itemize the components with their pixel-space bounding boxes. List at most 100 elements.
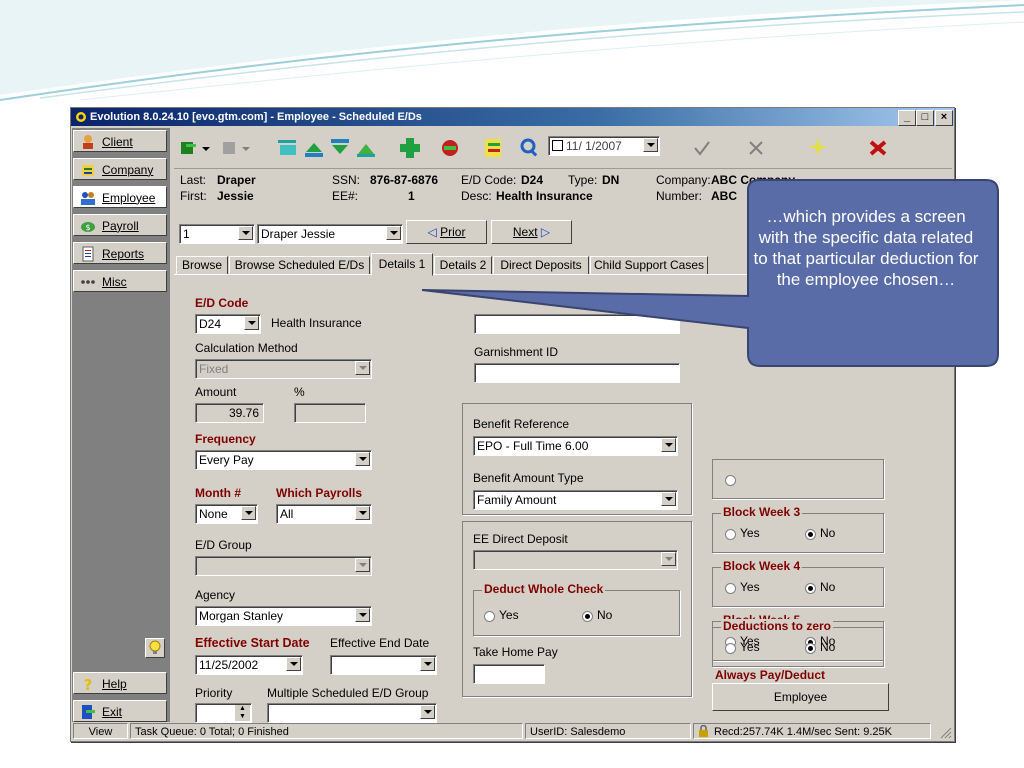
yes-label: Yes [499,608,519,622]
new-sparkle-icon[interactable] [804,134,832,162]
which-payrolls-label: Which Payrolls [276,486,363,500]
yes-label: Yes [740,580,760,594]
priority-label: Priority [195,686,233,700]
no-label: No [597,608,613,622]
resize-grip-icon[interactable] [938,725,952,739]
ed-code-combo[interactable]: D24 [195,314,261,334]
deduct-whole-check-group: Deduct Whole Check Yes No [473,582,680,636]
deduct-whole-yes-radio[interactable] [484,611,495,622]
ed-group-combo[interactable] [195,556,372,576]
block-week-3-no-radio[interactable] [805,529,816,540]
ed-code-description: Health Insurance [271,316,362,330]
view-status[interactable]: View [73,723,128,739]
nav-label: Misc [102,275,127,289]
chevron-down-icon [643,138,658,152]
block-week-2-yes-radio[interactable] [725,475,736,486]
exit-button[interactable]: Exit [73,700,167,722]
chevron-down-icon [355,452,370,466]
chevron-down-icon [661,438,676,452]
tip-button[interactable] [145,638,165,658]
chevron-down-icon [420,705,435,719]
delete-record-icon[interactable] [220,134,256,162]
help-icon: ? [84,676,93,692]
post-check-icon[interactable] [688,134,716,162]
last-label: Last: [180,173,207,187]
minimize-button[interactable]: _ [898,110,916,126]
yes-label: Yes [740,526,760,540]
amount-field[interactable]: 39.76 [195,403,264,423]
client-icon [83,135,93,149]
priority-spinner[interactable]: ▲ ▼ [195,703,252,723]
search-icon[interactable] [516,134,544,162]
effective-end-combo[interactable] [330,655,437,675]
period-date-combo[interactable]: 11/ 1/2007 [548,136,660,156]
percent-field[interactable] [294,403,366,423]
close-button[interactable]: × [935,110,953,126]
chevron-down-icon [355,506,370,520]
chevron-down-icon [355,361,370,375]
block-week-3-label: Block Week 3 [721,505,803,519]
maximize-button[interactable]: □ [916,110,934,126]
deduct-whole-no-radio[interactable] [582,611,593,622]
which-payrolls-combo[interactable]: All [276,504,372,524]
tab-browse-scheduled-eds[interactable]: Browse Scheduled E/Ds [229,256,370,275]
take-home-field[interactable] [473,664,545,684]
ee-direct-deposit-combo[interactable] [473,550,678,570]
deduct-whole-check-label: Deduct Whole Check [482,582,606,596]
agency-combo[interactable]: Morgan Stanley [195,606,372,626]
nav-payroll[interactable]: $ Payroll [73,214,167,236]
block-week-4-no-radio[interactable] [805,583,816,594]
effective-start-combo[interactable]: 11/25/2002 [195,655,303,675]
chevron-down-icon [355,608,370,622]
no-label: No [820,526,836,540]
deductions-zero-yes-radio[interactable] [725,643,736,654]
benefit-ref-value: EPO - Full Time 6.00 [477,439,589,453]
tab-details-1[interactable]: Details 1 [371,253,433,276]
employee-number-combo[interactable]: 1 [179,224,255,244]
deductions-zero-no-radio[interactable] [805,643,816,654]
add-record-icon[interactable] [178,134,218,162]
nav-client[interactable]: Client [73,130,167,152]
block-week-4-yes-radio[interactable] [725,583,736,594]
company-icon [82,165,94,176]
delete-x-icon[interactable] [864,134,892,162]
tab-browse[interactable]: Browse [176,256,228,275]
date-checkbox-icon [552,140,563,151]
payroll-icon: $ [81,222,95,232]
calc-method-combo[interactable]: Fixed [195,359,372,379]
month-value: None [199,507,228,521]
no-label: No [820,580,836,594]
frequency-combo[interactable]: Every Pay [195,450,372,470]
calc-method-label: Calculation Method [195,341,298,355]
refresh-icon[interactable] [480,134,508,162]
employee-button[interactable]: Employee [712,683,889,711]
nav-label: Employee [102,191,156,205]
window-title: Evolution 8.0.24.10 [evo.gtm.com] - Empl… [90,111,422,123]
first-record-icon[interactable] [274,134,302,162]
help-button[interactable]: ? Help [73,672,167,694]
app-logo-icon [76,112,86,122]
block-week-3-yes-radio[interactable] [725,529,736,540]
last-record-icon[interactable] [352,134,380,162]
month-combo[interactable]: None [195,504,258,524]
multiple-group-combo[interactable] [267,703,437,723]
prior-record-icon[interactable] [300,134,328,162]
cancel-x-icon[interactable] [742,134,770,162]
remove-icon[interactable] [436,134,464,162]
employee-name-combo[interactable]: Draper Jessie [257,224,403,244]
deductions-to-zero-label: Deductions to zero [721,619,834,633]
lock-icon [699,725,708,737]
benefit-ref-label: Benefit Reference [473,417,570,431]
nav-misc[interactable]: Misc [73,270,167,292]
benefit-amount-type-combo[interactable]: Family Amount [473,490,678,510]
nav-reports[interactable]: Reports [73,242,167,264]
nav-company[interactable]: Company [73,158,167,180]
benefit-ref-combo[interactable]: EPO - Full Time 6.00 [473,436,678,456]
nav-employee[interactable]: Employee [73,186,167,208]
employee-icon [81,192,95,205]
reports-icon [82,246,94,262]
chevron-down-icon [355,558,370,572]
insert-icon[interactable] [396,134,424,162]
next-record-icon[interactable] [326,134,354,162]
always-pay-label: Always Pay/Deduct [715,668,826,682]
